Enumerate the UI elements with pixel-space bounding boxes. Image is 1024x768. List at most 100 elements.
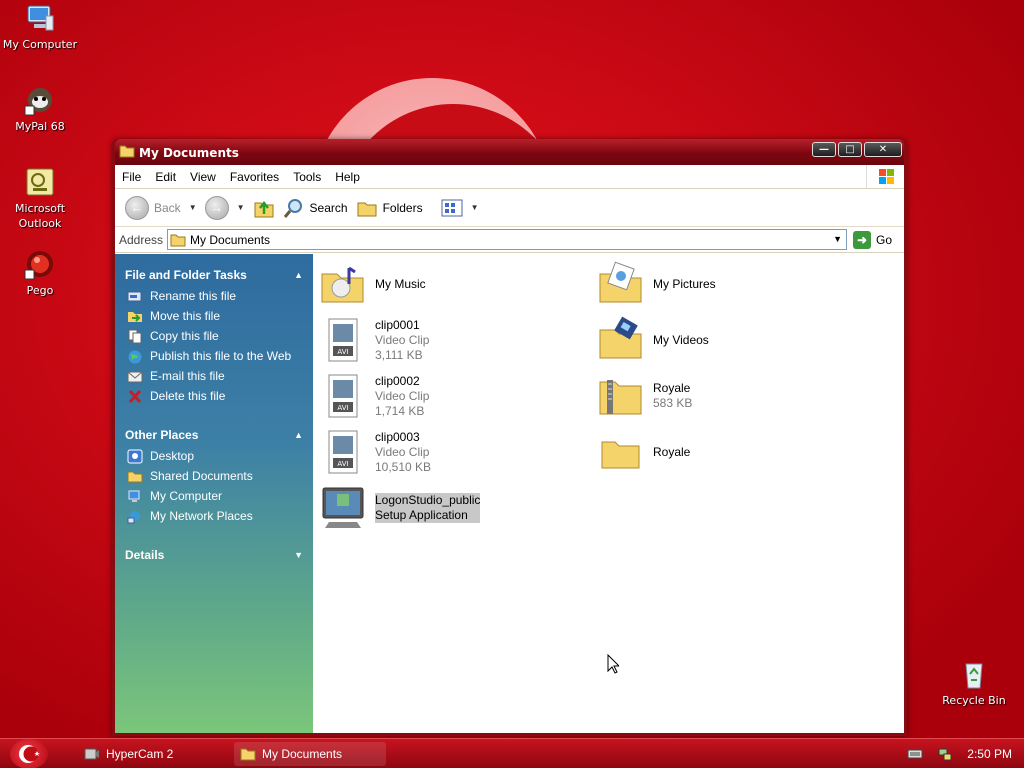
menu-file[interactable]: File: [115, 165, 148, 189]
minimize-button[interactable]: —: [812, 142, 836, 157]
windows-logo-icon: [866, 165, 904, 188]
chevron-down-icon[interactable]: ▼: [189, 203, 197, 212]
menu-edit[interactable]: Edit: [148, 165, 183, 189]
chevron-down-icon[interactable]: ▼: [471, 203, 479, 212]
file-item[interactable]: AVI clip0002 Video Clip 1,714 KB: [319, 372, 429, 420]
taskbar-item-my-documents[interactable]: My Documents: [234, 742, 386, 766]
file-type: Video Clip: [375, 444, 430, 459]
outlook-icon: [26, 168, 54, 196]
up-folder-icon: [254, 200, 274, 217]
taskbar-item-hypercam[interactable]: HyperCam 2: [78, 742, 226, 766]
task-email[interactable]: E-mail this file: [125, 366, 303, 386]
file-type: Setup Application: [375, 508, 481, 523]
network-tray-icon[interactable]: [937, 746, 953, 762]
place-label: Shared Documents: [150, 469, 253, 483]
file-name: LogonStudio_public: [375, 493, 481, 508]
task-label: E-mail this file: [150, 369, 225, 383]
file-item[interactable]: AVI clip0003 Video Clip 10,510 KB: [319, 428, 431, 476]
svg-text:AVI: AVI: [337, 348, 348, 356]
folders-button[interactable]: Folders: [352, 193, 427, 223]
rename-icon: [127, 291, 142, 302]
menu-tools[interactable]: Tools: [286, 165, 328, 189]
file-type: Video Clip: [375, 332, 430, 347]
views-icon: [441, 199, 463, 216]
go-button[interactable]: ➜ Go: [853, 230, 892, 249]
explorer-window: My Documents — □ ✕ File Edit View Favori…: [112, 139, 907, 736]
task-label: Publish this file to the Web: [150, 349, 292, 363]
forward-arrow-icon: →: [204, 195, 229, 220]
mouse-cursor-icon: [607, 654, 619, 674]
section-header[interactable]: File and Folder Tasks ▲: [125, 264, 303, 286]
menu-favorites[interactable]: Favorites: [223, 165, 286, 189]
back-arrow-icon: ←: [125, 195, 149, 220]
desktop-icon-recycle-bin[interactable]: Recycle Bin: [934, 658, 1014, 708]
maximize-button[interactable]: □: [838, 142, 862, 157]
hypercam-icon: [84, 748, 99, 760]
desktop-icon-mypal[interactable]: MyPal 68: [0, 84, 80, 134]
task-publish[interactable]: Publish this file to the Web: [125, 346, 303, 366]
forward-button[interactable]: → ▼: [201, 193, 249, 223]
search-button[interactable]: Search: [279, 193, 352, 223]
file-size: 3,111 KB: [375, 347, 423, 362]
place-desktop[interactable]: Desktop: [125, 446, 303, 466]
menu-view[interactable]: View: [183, 165, 223, 189]
taskbar-item-label: My Documents: [262, 747, 343, 761]
folder-icon: [601, 441, 640, 469]
desktop-icon-label: My Computer: [2, 38, 78, 51]
file-item[interactable]: Royale: [597, 428, 690, 476]
file-folder-tasks-section: File and Folder Tasks ▲ Rename this file…: [125, 264, 303, 406]
close-button[interactable]: ✕: [864, 142, 902, 157]
task-copy[interactable]: Copy this file: [125, 326, 303, 346]
keyboard-icon[interactable]: [907, 748, 923, 760]
file-item[interactable]: My Pictures: [597, 260, 716, 308]
folder-icon: [170, 234, 186, 246]
address-input[interactable]: My Documents ▼: [167, 229, 848, 250]
menu-help[interactable]: Help: [328, 165, 367, 189]
address-bar: Address My Documents ▼ ➜ Go: [115, 227, 904, 253]
desktop-icon-pego[interactable]: Pego: [0, 248, 80, 298]
menu-bar: File Edit View Favorites Tools Help: [115, 165, 904, 189]
go-arrow-icon: ➜: [853, 230, 872, 249]
address-dropdown-icon[interactable]: ▼: [829, 230, 846, 249]
desktop-icon-outlook[interactable]: Microsoft Outlook: [0, 166, 80, 231]
email-icon: [127, 371, 143, 383]
views-button[interactable]: ▼: [437, 193, 483, 223]
file-item[interactable]: Royale 583 KB: [597, 372, 692, 420]
start-orb-icon: [19, 745, 40, 763]
task-delete[interactable]: Delete this file: [125, 386, 303, 406]
clock[interactable]: 2:50 PM: [967, 747, 1012, 761]
collapse-icon[interactable]: ▲: [294, 424, 303, 446]
title-bar[interactable]: My Documents — □ ✕: [115, 139, 904, 165]
chevron-down-icon[interactable]: ▼: [237, 203, 245, 212]
task-move[interactable]: Move this file: [125, 306, 303, 326]
desktop-icon-my-computer[interactable]: My Computer: [0, 2, 80, 52]
desktop-icon-label: MyPal 68: [15, 120, 65, 133]
move-icon: [128, 312, 142, 322]
section-header[interactable]: Other Places ▲: [125, 424, 303, 446]
file-item[interactable]: My Videos: [597, 316, 709, 364]
folders-label: Folders: [382, 200, 423, 215]
collapse-icon[interactable]: ▲: [294, 264, 303, 286]
file-item-selected[interactable]: LogonStudio_public Setup Application: [319, 484, 481, 532]
search-label: Search: [309, 200, 348, 215]
task-pane: File and Folder Tasks ▲ Rename this file…: [115, 254, 313, 733]
expand-icon[interactable]: ▼: [294, 544, 303, 566]
folder-icon: [119, 145, 135, 158]
place-label: Desktop: [150, 449, 195, 463]
desktop-icon-label: Microsoft Outlook: [14, 202, 66, 230]
file-item[interactable]: My Music: [319, 260, 426, 308]
copy-icon: [128, 329, 142, 344]
toolbar: ← Back ▼ → ▼ Search Folders ▼: [115, 189, 904, 227]
section-header[interactable]: Details ▼: [125, 544, 303, 566]
svg-text:AVI: AVI: [337, 404, 348, 412]
place-shared-documents[interactable]: Shared Documents: [125, 466, 303, 486]
back-button[interactable]: ← Back ▼: [121, 193, 201, 223]
start-button[interactable]: [10, 739, 48, 768]
videos-folder-icon: [599, 316, 642, 359]
file-item[interactable]: AVI clip0001 Video Clip 3,111 KB: [319, 316, 429, 364]
place-network[interactable]: My Network Places: [125, 506, 303, 526]
task-rename[interactable]: Rename this file: [125, 286, 303, 306]
place-my-computer[interactable]: My Computer: [125, 486, 303, 506]
up-folder-button[interactable]: [249, 193, 279, 223]
file-name: My Music: [375, 276, 426, 291]
